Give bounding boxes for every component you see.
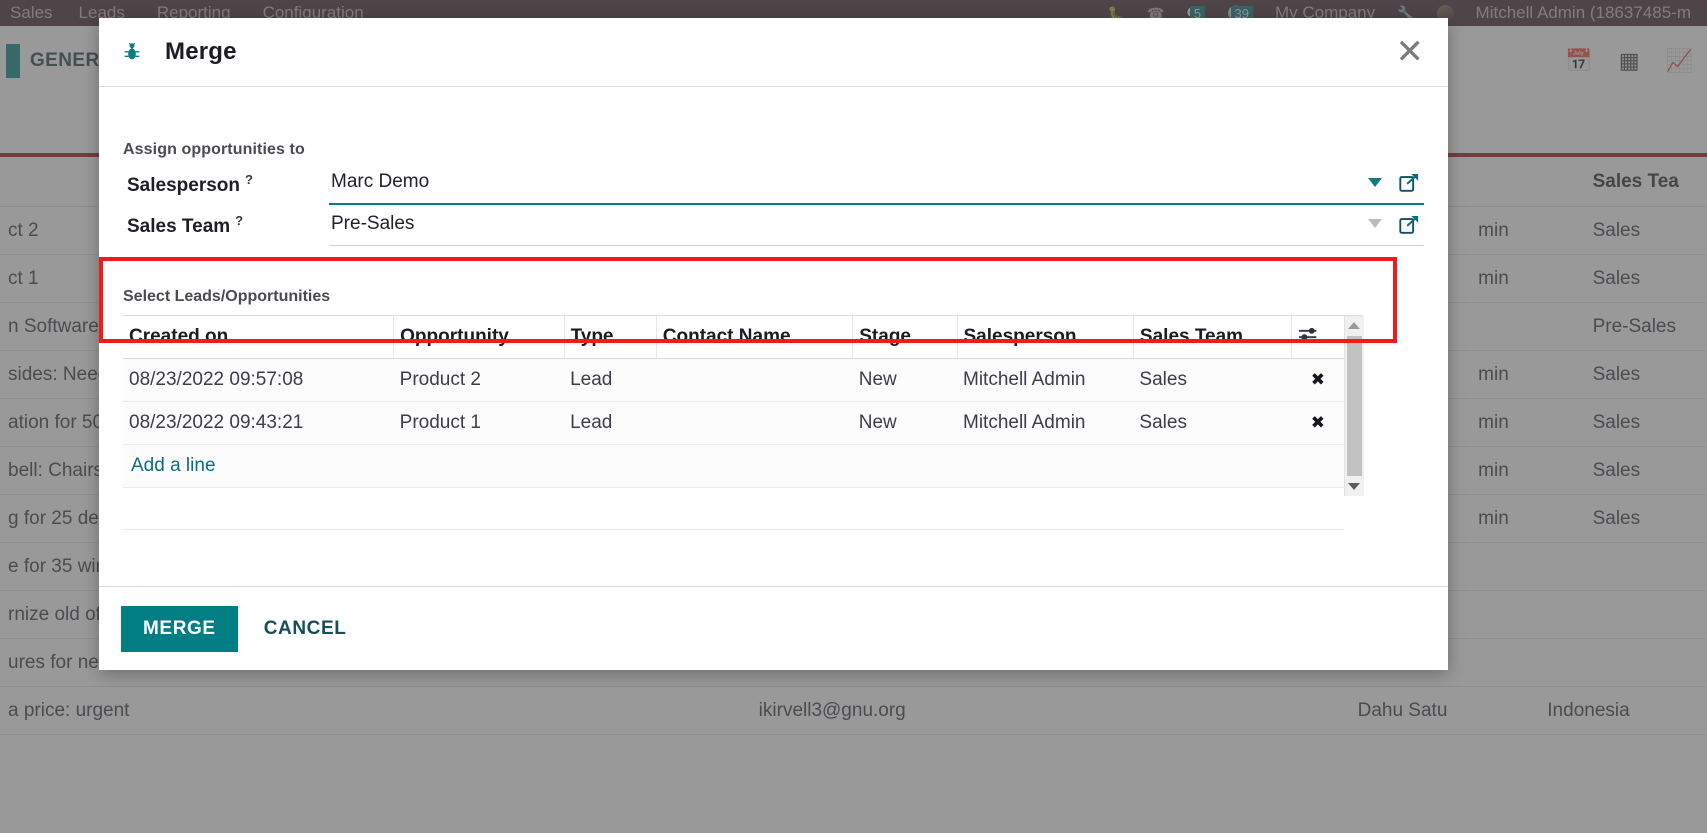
dialog-header: Merge ✕ bbox=[99, 18, 1448, 87]
cell-contact-name[interactable] bbox=[656, 358, 853, 402]
table-empty-space bbox=[123, 487, 1344, 530]
cell-sales-team[interactable]: Sales bbox=[1133, 401, 1292, 445]
salesteam-label: Sales Team bbox=[127, 216, 231, 237]
col-type[interactable]: Type bbox=[564, 316, 657, 359]
add-a-line-link[interactable]: Add a line bbox=[129, 455, 216, 476]
close-icon[interactable]: ✖ bbox=[1311, 413, 1325, 433]
assign-section-label: Assign opportunities to bbox=[123, 141, 305, 158]
table-empty-cell bbox=[123, 487, 1344, 530]
close-icon[interactable]: ✖ bbox=[1311, 370, 1325, 390]
table-row[interactable]: 08/23/2022 09:57:08 Product 2 Lead New Mitch… bbox=[123, 358, 1344, 402]
cell-opportunity[interactable]: Product 1 bbox=[393, 401, 565, 445]
leads-table-scrollbar[interactable] bbox=[1344, 316, 1364, 496]
leads-table: Created on Opportunity Type Contact Name… bbox=[123, 316, 1344, 530]
question-mark-icon[interactable]: ? bbox=[235, 213, 243, 228]
scrollbar-track[interactable] bbox=[1344, 335, 1364, 477]
salesperson-control bbox=[329, 167, 1424, 205]
delete-row-cell: ✖ bbox=[1291, 401, 1344, 445]
add-a-line-row[interactable]: Add a line bbox=[123, 444, 1344, 488]
leads-table-wrap: Created on Opportunity Type Contact Name… bbox=[123, 316, 1344, 530]
cell-stage[interactable]: New bbox=[852, 401, 957, 445]
col-contact-name[interactable]: Contact Name bbox=[656, 316, 854, 359]
cell-salesperson[interactable]: Mitchell Admin bbox=[957, 401, 1134, 445]
col-sales-team[interactable]: Sales Team bbox=[1133, 316, 1293, 359]
cell-type[interactable]: Lead bbox=[564, 358, 657, 402]
dialog-footer: MERGE CANCEL bbox=[99, 586, 1448, 670]
chevron-down-icon[interactable] bbox=[1368, 219, 1382, 228]
col-options bbox=[1291, 316, 1344, 359]
dialog-body: Assign opportunities to Salesperson ? Sa… bbox=[99, 87, 1448, 586]
cell-type[interactable]: Lead bbox=[564, 401, 657, 445]
cell-salesperson[interactable]: Mitchell Admin bbox=[957, 358, 1134, 402]
cancel-button[interactable]: CANCEL bbox=[250, 606, 361, 652]
external-link-icon[interactable] bbox=[1398, 214, 1420, 236]
external-link-icon[interactable] bbox=[1398, 172, 1420, 194]
col-created-on[interactable]: Created on bbox=[123, 316, 395, 359]
bug-icon bbox=[124, 42, 140, 60]
scroll-down-arrow-icon[interactable] bbox=[1344, 477, 1364, 496]
chevron-down-icon[interactable] bbox=[1368, 177, 1382, 187]
salesperson-label: Salesperson bbox=[127, 175, 240, 196]
leads-table-header-row: Created on Opportunity Type Contact Name… bbox=[123, 316, 1344, 359]
salesteam-control bbox=[329, 208, 1424, 246]
add-a-line-cell: Add a line bbox=[123, 444, 1344, 488]
salesperson-label-wrap: Salesperson ? bbox=[123, 172, 329, 197]
leads-one2many: Created on Opportunity Type Contact Name… bbox=[123, 315, 1364, 530]
table-row[interactable]: 08/23/2022 09:43:21 Product 1 Lead New Mitch… bbox=[123, 401, 1344, 445]
col-opportunity[interactable]: Opportunity bbox=[393, 316, 565, 359]
salesperson-input[interactable] bbox=[329, 168, 1360, 202]
cell-stage[interactable]: New bbox=[852, 358, 957, 402]
salesteam-label-wrap: Sales Team ? bbox=[123, 213, 329, 238]
cell-created-on[interactable]: 08/23/2022 09:57:08 bbox=[123, 358, 394, 402]
salesteam-input[interactable] bbox=[329, 209, 1360, 244]
dialog-title: Merge bbox=[165, 38, 237, 65]
col-salesperson[interactable]: Salesperson bbox=[957, 316, 1134, 359]
leads-table-body: 08/23/2022 09:57:08 Product 2 Lead New Mitch… bbox=[123, 358, 1344, 530]
col-stage[interactable]: Stage bbox=[852, 316, 958, 359]
cell-sales-team[interactable]: Sales bbox=[1133, 358, 1292, 402]
field-salesteam-row: Sales Team ? bbox=[123, 208, 1424, 246]
question-mark-icon[interactable]: ? bbox=[245, 172, 253, 187]
cell-contact-name[interactable] bbox=[656, 401, 853, 445]
close-icon[interactable]: ✕ bbox=[1396, 35, 1425, 69]
cell-created-on[interactable]: 08/23/2022 09:43:21 bbox=[123, 401, 394, 445]
list-section-label: Select Leads/Opportunities bbox=[123, 288, 331, 305]
sliders-icon[interactable] bbox=[1298, 326, 1320, 342]
scrollbar-thumb[interactable] bbox=[1346, 336, 1362, 476]
delete-row-cell: ✖ bbox=[1291, 358, 1344, 402]
cell-opportunity[interactable]: Product 2 bbox=[393, 358, 565, 402]
field-salesperson-row: Salesperson ? bbox=[123, 167, 1424, 205]
merge-button[interactable]: MERGE bbox=[121, 605, 238, 652]
scroll-up-arrow-icon[interactable] bbox=[1344, 316, 1364, 335]
merge-dialog: Merge ✕ Assign opportunities to Salesper… bbox=[99, 18, 1448, 670]
